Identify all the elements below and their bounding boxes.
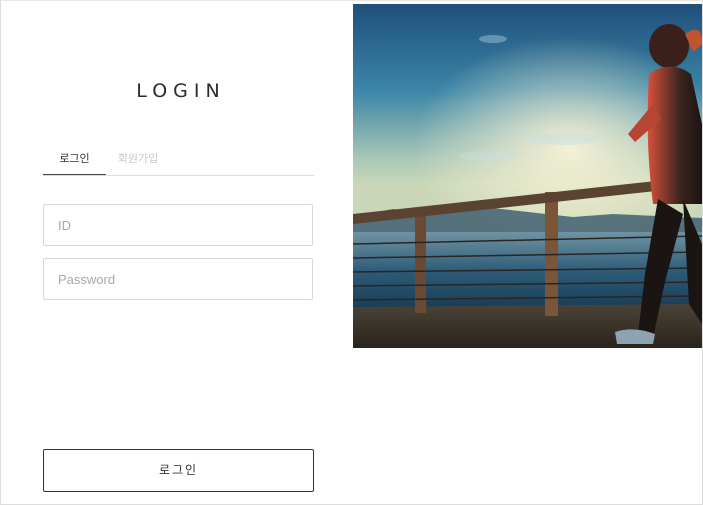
login-button[interactable]: 로그인 xyxy=(43,449,314,492)
tab-login[interactable]: 로그인 xyxy=(43,150,106,175)
login-panel: LOGIN 로그인 회원가입 로그인 xyxy=(2,2,352,504)
page-title: LOGIN xyxy=(136,80,226,102)
auth-tabs: 로그인 회원가입 xyxy=(43,142,314,176)
tab-signup[interactable]: 회원가입 xyxy=(106,150,170,166)
password-input[interactable] xyxy=(44,259,312,299)
password-field xyxy=(43,258,313,300)
login-window: LOGIN 로그인 회원가입 로그인 xyxy=(0,0,703,505)
id-input[interactable] xyxy=(44,205,312,245)
runner-photo-icon xyxy=(353,4,702,348)
active-tab-underline xyxy=(43,174,106,175)
id-field xyxy=(43,204,313,246)
hero-image xyxy=(353,4,702,348)
